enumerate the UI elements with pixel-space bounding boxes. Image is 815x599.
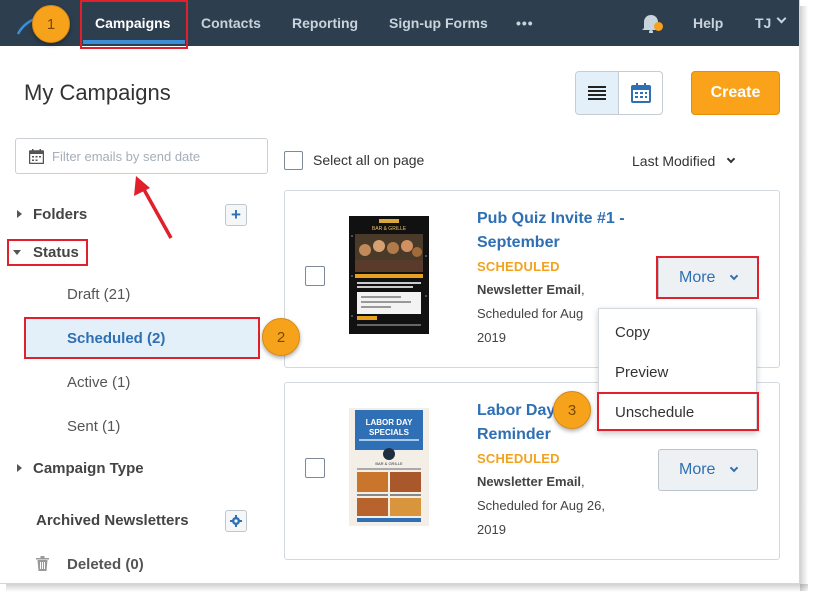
calendar-icon <box>630 83 651 103</box>
nav-tab-reporting[interactable]: Reporting <box>292 0 358 46</box>
user-menu-chevron-down-icon[interactable] <box>776 13 787 24</box>
step-badge-3: 3 <box>553 391 591 429</box>
menu-item-unschedule[interactable]: Unschedule <box>615 404 694 421</box>
frame-shadow-right <box>800 6 808 591</box>
campaign-status-badge: SCHEDULED <box>477 259 560 274</box>
step-badge-2: 2 <box>262 318 300 356</box>
sidebar-folders[interactable]: Folders <box>33 206 87 223</box>
more-button-label: More <box>679 269 716 286</box>
campaign-schedule-text: Scheduled for Aug 26, <box>477 498 605 513</box>
svg-text:BAR & GRILLE: BAR & GRILLE <box>372 226 407 232</box>
campaign-type-expand-icon[interactable] <box>17 464 22 472</box>
list-view-icon <box>588 86 606 100</box>
nav-tab-contacts[interactable]: Contacts <box>201 0 261 46</box>
sidebar-status[interactable]: Status <box>33 244 79 261</box>
campaign-status-badge: SCHEDULED <box>477 451 560 466</box>
campaign-thumbnail[interactable]: BAR & GRILLE <box>349 216 429 334</box>
campaign-title-link[interactable]: Reminder <box>477 423 551 447</box>
campaign-type-text: Newsletter Email, <box>477 282 585 297</box>
help-link[interactable]: Help <box>693 0 723 46</box>
status-collapse-icon[interactable] <box>13 250 21 255</box>
active-tab-indicator <box>83 40 185 44</box>
user-menu[interactable]: TJ <box>755 0 771 46</box>
pub-quiz-preview-image: BAR & GRILLE <box>349 216 429 334</box>
campaign-title-link[interactable]: September <box>477 231 560 255</box>
sidebar-status-active[interactable]: Active (1) <box>67 374 130 391</box>
sidebar-status-scheduled[interactable]: Scheduled (2) <box>67 330 165 347</box>
app-window: Campaigns Contacts Reporting Sign-up For… <box>0 0 800 584</box>
more-actions-button[interactable]: More <box>658 257 758 299</box>
campaign-type-label: Newsletter Email <box>477 282 582 297</box>
select-all-checkbox[interactable] <box>284 151 303 170</box>
campaign-type-label: Newsletter Email <box>477 474 582 489</box>
date-filter-input[interactable] <box>52 139 262 173</box>
campaign-schedule-year: 2019 <box>477 522 506 537</box>
view-toggle <box>575 71 663 115</box>
calendar-icon <box>29 149 44 164</box>
svg-text:SPECIALS: SPECIALS <box>369 428 410 437</box>
nav-tab-signup-forms[interactable]: Sign-up Forms <box>389 0 488 46</box>
svg-text:LABOR DAY: LABOR DAY <box>366 418 413 427</box>
sort-dropdown[interactable]: Last Modified <box>632 153 715 169</box>
notification-dot <box>654 22 663 31</box>
create-button[interactable]: Create <box>691 71 780 115</box>
trash-icon <box>36 556 49 571</box>
gear-icon <box>230 515 242 527</box>
folders-expand-icon[interactable] <box>17 210 22 218</box>
select-all-label: Select all on page <box>313 152 425 168</box>
more-actions-menu: Copy Preview Unschedule <box>598 308 757 432</box>
sidebar-status-sent[interactable]: Sent (1) <box>67 418 120 435</box>
more-actions-button[interactable]: More <box>658 449 758 491</box>
chevron-down-icon <box>729 271 739 281</box>
add-folder-button[interactable]: + <box>225 204 247 226</box>
sort-chevron-down-icon[interactable] <box>726 154 736 164</box>
campaign-title-link[interactable]: Pub Quiz Invite #1 - <box>477 207 625 231</box>
nav-more-icon[interactable]: ••• <box>516 0 534 46</box>
chevron-down-icon <box>729 463 739 473</box>
sidebar-campaign-type[interactable]: Campaign Type <box>33 460 144 477</box>
more-button-label: More <box>679 461 716 478</box>
labor-day-preview-image: LABOR DAY SPECIALS BAR & GRILLE <box>349 408 429 526</box>
menu-item-preview[interactable]: Preview <box>615 364 668 381</box>
svg-text:BAR & GRILLE: BAR & GRILLE <box>375 461 403 466</box>
sidebar-status-draft[interactable]: Draft (21) <box>67 286 130 303</box>
list-view-button[interactable] <box>576 72 620 114</box>
campaign-schedule-text: Scheduled for Aug <box>477 306 584 321</box>
campaign-title-link[interactable]: Labor Day <box>477 399 555 423</box>
campaign-checkbox[interactable] <box>305 266 325 286</box>
date-filter-field <box>15 138 268 174</box>
sidebar-deleted[interactable]: Deleted (0) <box>67 556 144 573</box>
campaign-schedule-year: 2019 <box>477 330 506 345</box>
calendar-view-button[interactable] <box>619 72 662 114</box>
page-title: My Campaigns <box>24 80 171 105</box>
campaign-thumbnail[interactable]: LABOR DAY SPECIALS BAR & GRILLE <box>349 408 429 526</box>
menu-item-copy[interactable]: Copy <box>615 324 650 341</box>
campaign-type-text: Newsletter Email, <box>477 474 585 489</box>
top-navigation: Campaigns Contacts Reporting Sign-up For… <box>0 0 799 46</box>
campaign-checkbox[interactable] <box>305 458 325 478</box>
step-badge-1: 1 <box>32 5 70 43</box>
sidebar-archived-newsletters[interactable]: Archived Newsletters <box>36 512 189 529</box>
archived-settings-button[interactable] <box>225 510 247 532</box>
frame-shadow-bottom <box>6 584 808 592</box>
